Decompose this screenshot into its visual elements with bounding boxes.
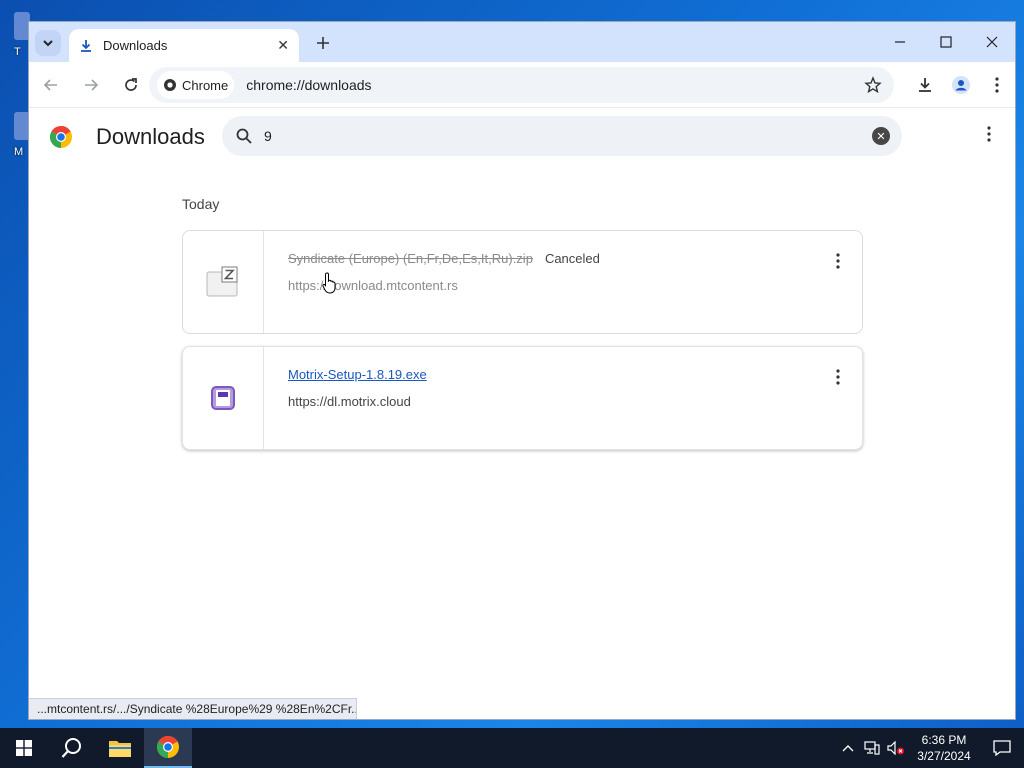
arrow-left-icon xyxy=(43,78,57,91)
toolbar-right xyxy=(907,67,1015,103)
clock-date: 3/27/2024 xyxy=(917,749,971,763)
system-tray: 6:36 PM 3/27/2024 xyxy=(836,728,1024,768)
minimize-button[interactable] xyxy=(877,22,923,62)
close-window-button[interactable] xyxy=(969,22,1015,62)
browser-menu-button[interactable] xyxy=(979,67,1015,103)
start-button[interactable] xyxy=(0,728,48,768)
taskbar-file-explorer[interactable] xyxy=(96,728,144,768)
address-bar[interactable]: Chrome chrome://downloads xyxy=(149,67,894,103)
tab-close-icon[interactable]: ✕ xyxy=(277,37,289,54)
windows-logo-icon xyxy=(16,740,32,756)
download-info: Motrix-Setup-1.8.19.exe https://dl.motri… xyxy=(264,347,862,449)
browser-window: Downloads ✕ Chrome chrome://downloads Do… xyxy=(28,21,1016,720)
network-status[interactable] xyxy=(860,728,884,768)
download-filename[interactable]: Syndicate (Europe) (En,Fr,De,Es,It,Ru).z… xyxy=(288,251,533,266)
reload-icon xyxy=(125,77,137,91)
download-filename-link[interactable]: Motrix-Setup-1.8.19.exe xyxy=(288,367,427,382)
system-clock[interactable]: 6:36 PM 3/27/2024 xyxy=(908,732,980,764)
avatar-icon xyxy=(952,76,970,94)
kebab-menu-icon xyxy=(995,77,999,93)
new-tab-button[interactable] xyxy=(311,31,335,55)
chevron-down-icon xyxy=(43,40,53,47)
file-icon-column xyxy=(183,231,264,333)
motrix-app-icon xyxy=(211,386,235,410)
clear-search-button[interactable]: ✕ xyxy=(872,127,890,145)
search-input[interactable]: 9 xyxy=(264,128,872,144)
forward-button[interactable] xyxy=(73,67,109,103)
plus-icon xyxy=(317,37,329,49)
show-hidden-icons-button[interactable] xyxy=(836,728,860,768)
folder-icon xyxy=(109,741,131,757)
download-source-url[interactable]: https://dl.motrix.cloud xyxy=(288,394,862,409)
download-status: Canceled xyxy=(544,251,600,266)
url-text[interactable]: chrome://downloads xyxy=(246,77,864,93)
search-icon xyxy=(236,128,252,144)
browser-toolbar: Chrome chrome://downloads xyxy=(29,62,1015,108)
search-downloads-field[interactable]: 9 ✕ xyxy=(222,116,902,156)
clock-time: 6:36 PM xyxy=(921,733,967,747)
more-actions-icon[interactable] xyxy=(836,369,840,385)
tab-search-button[interactable] xyxy=(35,30,61,56)
download-source-url[interactable]: https://download.mtcontent.rs xyxy=(288,278,862,293)
page-menu-icon[interactable] xyxy=(987,126,991,142)
taskbar-chrome[interactable] xyxy=(144,728,192,768)
site-info-chip[interactable]: Chrome xyxy=(157,71,235,99)
link-status-bar: ...mtcontent.rs/.../Syndicate %28Europe%… xyxy=(29,698,357,719)
downloads-button[interactable] xyxy=(907,67,943,103)
page-title: Downloads xyxy=(96,124,205,149)
chrome-logo-icon xyxy=(50,126,72,148)
network-icon xyxy=(864,741,880,755)
maximize-icon xyxy=(940,36,952,48)
taskbar-search-button[interactable] xyxy=(48,728,96,768)
tab-strip: Downloads ✕ xyxy=(29,22,1015,62)
maximize-button[interactable] xyxy=(923,22,969,62)
chevron-up-icon xyxy=(842,745,854,752)
more-actions-icon[interactable] xyxy=(836,253,840,269)
minimize-icon xyxy=(895,41,905,43)
notification-icon xyxy=(993,740,1011,756)
file-icon-column xyxy=(183,347,264,449)
download-icon xyxy=(81,39,91,52)
chip-label: Chrome xyxy=(182,77,229,93)
back-button[interactable] xyxy=(33,67,69,103)
profile-button[interactable] xyxy=(943,67,979,103)
download-icon xyxy=(919,78,931,92)
volume-status[interactable] xyxy=(884,728,908,768)
close-icon xyxy=(986,36,998,48)
search-icon xyxy=(61,738,81,758)
downloads-header: Downloads 9 ✕ xyxy=(29,108,1015,166)
zip-file-icon xyxy=(206,266,238,297)
chrome-icon xyxy=(164,79,176,91)
speaker-muted-icon xyxy=(887,741,904,755)
taskbar: 6:36 PM 3/27/2024 xyxy=(0,728,1024,768)
download-info: Syndicate (Europe) (En,Fr,De,Es,It,Ru).z… xyxy=(264,231,862,333)
chrome-logo-icon xyxy=(157,736,179,758)
hand-cursor-icon xyxy=(322,272,336,294)
arrow-right-icon xyxy=(85,78,99,91)
tab-title: Downloads xyxy=(103,38,168,53)
window-controls xyxy=(877,22,1015,62)
reload-button[interactable] xyxy=(113,67,149,103)
notifications-button[interactable] xyxy=(980,728,1024,768)
tab-downloads[interactable]: Downloads ✕ xyxy=(69,29,299,62)
download-item: Motrix-Setup-1.8.19.exe https://dl.motri… xyxy=(182,346,863,450)
bookmark-star-icon[interactable] xyxy=(864,76,882,94)
download-item: Syndicate (Europe) (En,Fr,De,Es,It,Ru).z… xyxy=(182,230,863,334)
date-section-label: Today xyxy=(182,196,220,212)
